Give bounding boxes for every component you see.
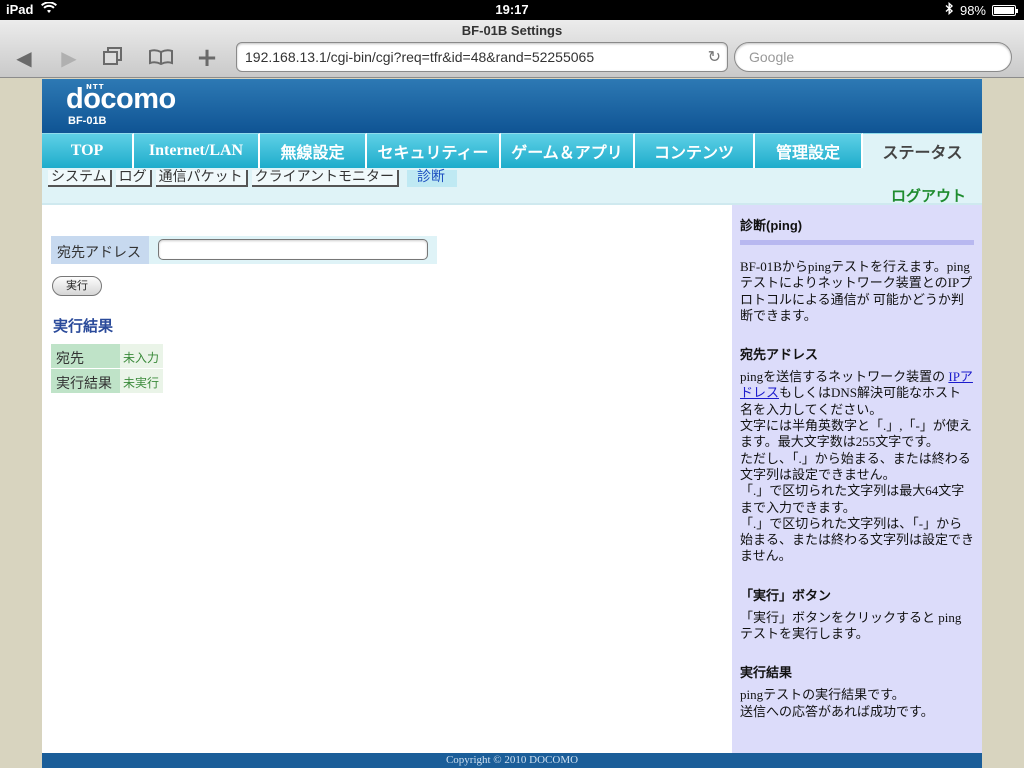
help-panel: 診断(ping) BF-01Bからpingテストを行えます。pingテストにより… xyxy=(732,205,982,753)
tab-internet-lan[interactable]: Internet/LAN xyxy=(134,133,260,168)
battery-fill xyxy=(994,6,1014,14)
reload-icon[interactable]: ↻ xyxy=(708,47,721,67)
help-rule: 「.」で区切られた文字列は最大64文字まで入力できます。 xyxy=(740,483,965,515)
subnav-diagnostics[interactable]: 診断 xyxy=(407,170,458,187)
table-row: 実行結果 未実行 xyxy=(51,369,163,393)
tab-label: ステータス xyxy=(882,145,963,162)
pages-button[interactable] xyxy=(99,44,127,72)
help-result-text: pingテストの実行結果です。 xyxy=(740,687,905,703)
help-rule: 文字には半角英数字と「.」,「-」が使えます。最大文字数は255文字です。 xyxy=(740,418,972,450)
result-key: 実行結果 xyxy=(51,369,120,393)
subnav-log[interactable]: ログ xyxy=(115,170,152,187)
tab-game-apps[interactable]: ゲーム＆アプリ xyxy=(501,133,635,168)
clock: 19:17 xyxy=(495,2,529,17)
help-rule: 「.」で区切られた文字列は、「-」から始まる、または終わる文字列は設定できません… xyxy=(740,515,975,564)
help-rule: ただし、「.」から始まる、または終わる文字列は設定できません。 xyxy=(740,450,971,482)
window-title: BF-01B Settings xyxy=(461,23,563,38)
tab-label: セキュリティー xyxy=(377,145,489,162)
help-divider xyxy=(740,240,974,245)
address-input[interactable] xyxy=(158,239,428,260)
tab-management[interactable]: 管理設定 xyxy=(755,133,863,168)
help-exec-heading: 「実行」ボタン xyxy=(740,587,832,603)
search-input[interactable]: Google xyxy=(734,42,1012,72)
status-bar: iPad 19:17 98% xyxy=(0,0,1024,20)
tab-label: 無線設定 xyxy=(280,145,345,162)
main-content: 宛先アドレス 実行 実行結果 宛先 未入力 実行結果 未実行 xyxy=(42,205,732,753)
help-intro: BF-01Bからpingテストを行えます。pingテストによりネットワーク装置と… xyxy=(740,259,973,323)
sub-navigation: システム ログ 通信パケット クライアントモニター 診断 ログアウト xyxy=(42,168,982,205)
result-title: 実行結果 xyxy=(53,317,114,335)
back-button[interactable]: ◀ xyxy=(10,44,38,72)
tab-security[interactable]: セキュリティー xyxy=(367,133,501,168)
forward-arrow-icon: ▶ xyxy=(61,46,77,70)
help-address-heading: 宛先アドレス xyxy=(740,347,819,363)
tab-status[interactable]: ステータス xyxy=(863,133,982,168)
url-field[interactable]: 192.168.13.1/cgi-bin/cgi?req=tfr&id=48&r… xyxy=(236,42,728,72)
tab-label: 管理設定 xyxy=(775,145,840,162)
brand-header: NTT docomo BF-01B xyxy=(42,79,982,133)
tab-wireless[interactable]: 無線設定 xyxy=(260,133,367,168)
tab-label: コンテンツ xyxy=(653,145,734,162)
result-value: 未入力 xyxy=(120,344,163,368)
tab-label: TOP xyxy=(70,142,104,159)
help-address-text: pingを送信するネットワーク装置の IPアドレスもしくはDNS解決可能なホスト… xyxy=(740,369,974,418)
web-page: NTT docomo BF-01B TOP Internet/LAN 無線設定 … xyxy=(42,79,982,768)
model-name: BF-01B xyxy=(68,115,107,127)
battery-icon xyxy=(992,4,1018,16)
subnav-client-monitor[interactable]: クライアントモニター xyxy=(251,170,400,187)
subnav-packets[interactable]: 通信パケット xyxy=(155,170,248,187)
result-table: 宛先 未入力 実行結果 未実行 xyxy=(51,344,163,394)
bookmarks-button[interactable] xyxy=(147,44,175,72)
forward-button[interactable]: ▶ xyxy=(55,44,83,72)
tab-label: ゲーム＆アプリ xyxy=(511,145,623,162)
address-label: 宛先アドレス xyxy=(51,236,149,264)
help-exec-text: 「実行」ボタンをクリックすると pingテストを実行します。 xyxy=(740,609,962,642)
tab-label: Internet/LAN xyxy=(148,142,244,159)
execute-button[interactable]: 実行 xyxy=(52,276,102,296)
copyright-footer: Copyright © 2010 DOCOMO xyxy=(42,753,982,768)
result-value: 未実行 xyxy=(120,369,163,393)
plus-icon: + xyxy=(196,43,218,73)
url-text: 192.168.13.1/cgi-bin/cgi?req=tfr&id=48&r… xyxy=(245,49,595,65)
book-icon xyxy=(149,46,173,70)
help-title: 診断(ping) xyxy=(740,218,803,233)
browser-toolbar: BF-01B Settings ◀ ▶ + 192.168.13.1/cgi-b… xyxy=(0,20,1024,78)
add-bookmark-button[interactable]: + xyxy=(193,43,221,73)
help-text: pingを送信するネットワーク装置の xyxy=(740,369,949,385)
back-arrow-icon: ◀ xyxy=(16,46,32,70)
help-result-text: 送信への応答があれば成功です。 xyxy=(740,703,934,719)
address-row: 宛先アドレス xyxy=(51,236,437,264)
tab-top[interactable]: TOP xyxy=(42,133,134,168)
table-row: 宛先 未入力 xyxy=(51,344,163,368)
search-placeholder: Google xyxy=(749,49,795,65)
help-result-heading: 実行結果 xyxy=(740,665,793,681)
docomo-logo: docomo xyxy=(66,83,176,115)
main-tabs: TOP Internet/LAN 無線設定 セキュリティー ゲーム＆アプリ コン… xyxy=(42,133,982,168)
result-key: 宛先 xyxy=(51,344,120,368)
battery-percent: 98% xyxy=(959,2,986,18)
logout-link[interactable]: ログアウト xyxy=(891,185,966,206)
bluetooth-icon xyxy=(945,1,954,18)
tab-contents[interactable]: コンテンツ xyxy=(635,133,755,168)
pages-icon xyxy=(103,46,123,70)
subnav-system[interactable]: システム xyxy=(48,170,112,187)
